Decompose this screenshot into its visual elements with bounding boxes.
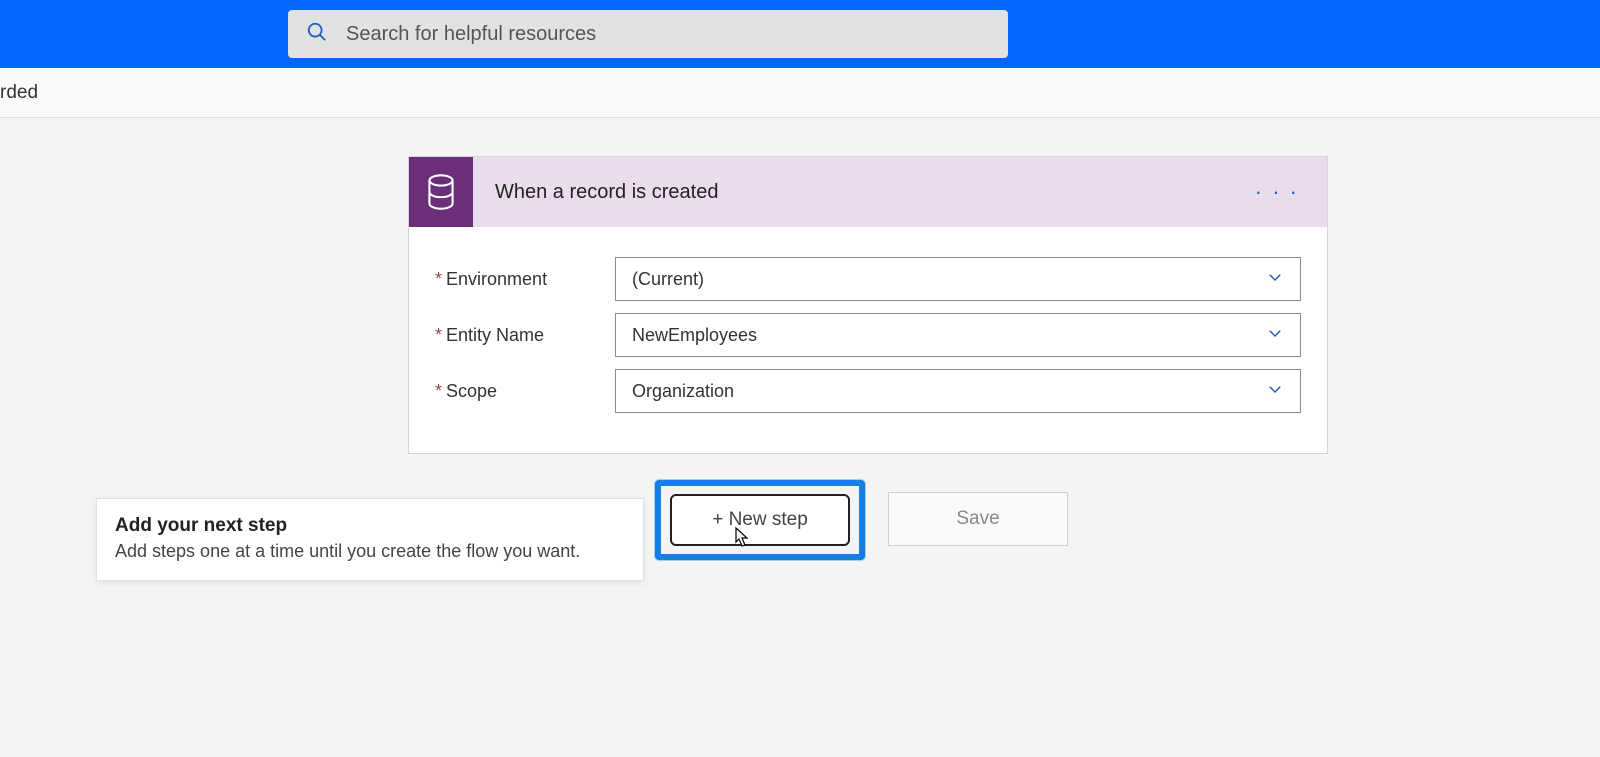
- new-step-label: + New step: [712, 509, 808, 531]
- entity-value: NewEmployees: [632, 325, 757, 346]
- field-label: *Scope: [435, 381, 615, 402]
- required-asterisk: *: [435, 269, 442, 289]
- coach-mark-tooltip: Add your next step Add steps one at a ti…: [96, 498, 644, 581]
- save-button[interactable]: Save: [888, 492, 1068, 546]
- required-asterisk: *: [435, 381, 442, 401]
- tooltip-title: Add your next step: [115, 515, 625, 537]
- search-input[interactable]: [346, 23, 990, 46]
- new-step-highlight: + New step: [655, 480, 865, 560]
- chevron-down-icon: [1266, 268, 1284, 291]
- scope-select[interactable]: Organization: [615, 369, 1301, 413]
- breadcrumb-text: rded: [0, 82, 38, 104]
- app-header: [0, 0, 1600, 68]
- environment-value: (Current): [632, 269, 704, 290]
- global-search[interactable]: [288, 10, 1008, 58]
- new-step-button[interactable]: + New step: [670, 494, 850, 546]
- environment-label-text: Environment: [446, 269, 547, 289]
- entity-label-text: Entity Name: [446, 325, 544, 345]
- tooltip-subtitle: Add steps one at a time until you create…: [115, 541, 625, 562]
- trigger-title: When a record is created: [473, 181, 1255, 204]
- scope-label-text: Scope: [446, 381, 497, 401]
- search-icon: [306, 21, 328, 48]
- database-icon: [409, 157, 473, 227]
- field-label: *Environment: [435, 269, 615, 290]
- required-asterisk: *: [435, 325, 442, 345]
- chevron-down-icon: [1266, 380, 1284, 403]
- chevron-down-icon: [1266, 324, 1284, 347]
- environment-select[interactable]: (Current): [615, 257, 1301, 301]
- field-label: *Entity Name: [435, 325, 615, 346]
- entity-name-select[interactable]: NewEmployees: [615, 313, 1301, 357]
- breadcrumb-bar: rded: [0, 68, 1600, 118]
- trigger-card: When a record is created · · · *Environm…: [408, 156, 1328, 454]
- field-row-environment: *Environment (Current): [435, 257, 1301, 301]
- trigger-body: *Environment (Current) *Entity Name NewE…: [409, 227, 1327, 453]
- field-row-scope: *Scope Organization: [435, 369, 1301, 413]
- scope-value: Organization: [632, 381, 734, 402]
- trigger-header[interactable]: When a record is created · · ·: [409, 157, 1327, 227]
- field-row-entity: *Entity Name NewEmployees: [435, 313, 1301, 357]
- save-label: Save: [956, 508, 999, 530]
- trigger-more-menu[interactable]: · · ·: [1255, 179, 1327, 205]
